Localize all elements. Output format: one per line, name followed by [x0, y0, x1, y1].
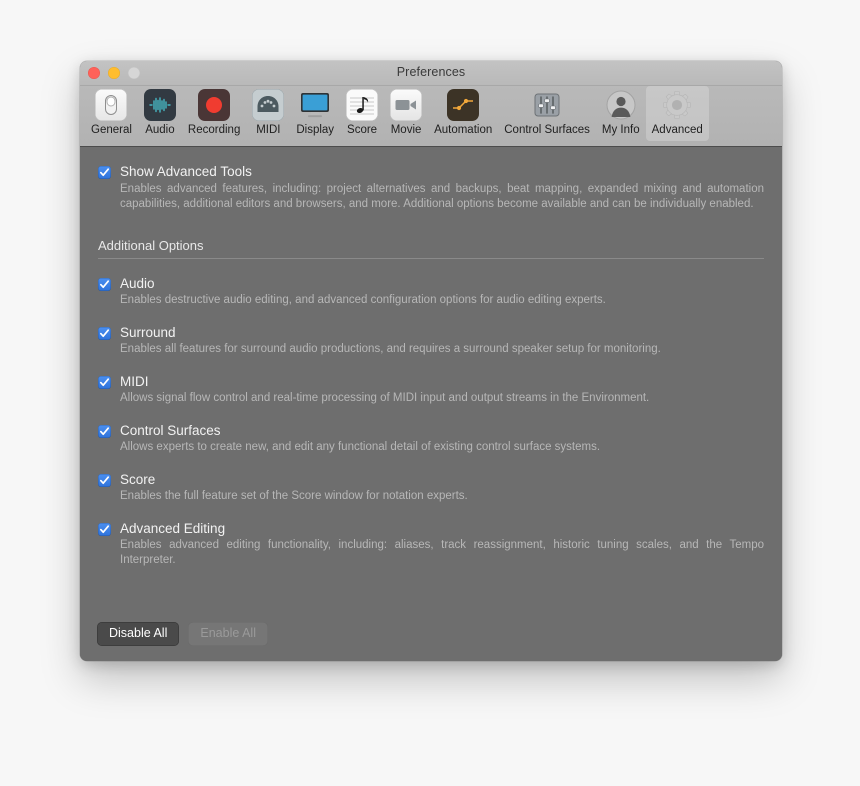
option-audio-checkbox[interactable] — [98, 278, 111, 291]
advanced-preferences-pane: Show Advanced Tools Enables advanced fea… — [80, 147, 782, 661]
tab-automation-label: Automation — [434, 124, 493, 136]
tab-display-label: Display — [296, 124, 335, 136]
option-advanced-editing: Advanced Editing Enables advanced editin… — [98, 521, 764, 568]
window-title: Preferences — [396, 65, 466, 79]
tab-midi-label: MIDI — [256, 124, 281, 136]
window-title-bar[interactable]: Preferences — [80, 61, 782, 86]
tab-score-label: Score — [347, 124, 378, 136]
option-score: Score Enables the full feature set of th… — [98, 472, 764, 504]
additional-options-header: Additional Options — [98, 238, 204, 253]
show-advanced-tools-description: Enables advanced features, including: pr… — [120, 183, 764, 210]
screenshot-root: Preferences General Audio Recording MIDI… — [0, 0, 860, 786]
option-surround-row[interactable]: Surround — [98, 325, 764, 341]
tab-audio[interactable]: Audio — [138, 86, 182, 141]
tab-recording[interactable]: Recording — [182, 86, 246, 141]
option-advanced-editing-row[interactable]: Advanced Editing — [98, 521, 764, 537]
option-advanced-editing-description: Enables advanced editing functionality, … — [120, 539, 764, 566]
option-control-surfaces: Control Surfaces Allows experts to creat… — [98, 423, 764, 455]
music-note-icon — [346, 89, 379, 121]
tab-advanced[interactable]: Advanced — [645, 86, 709, 141]
tab-movie[interactable]: Movie — [384, 86, 428, 141]
tab-general[interactable]: General — [85, 86, 138, 141]
tab-movie-label: Movie — [390, 124, 422, 136]
option-surround-checkbox[interactable] — [98, 327, 111, 340]
preferences-window: Preferences General Audio Recording MIDI… — [80, 61, 782, 661]
show-advanced-tools-label: Show Advanced Tools — [120, 164, 252, 179]
tab-control-surfaces[interactable]: Control Surfaces — [498, 86, 596, 141]
option-control-surfaces-checkbox[interactable] — [98, 425, 111, 438]
option-midi-label: MIDI — [120, 374, 149, 389]
toggle-switch-icon — [95, 89, 128, 121]
option-advanced-editing-label: Advanced Editing — [120, 521, 226, 536]
option-score-label: Score — [120, 472, 156, 487]
option-control-surfaces-label: Control Surfaces — [120, 423, 221, 438]
option-midi-row[interactable]: MIDI — [98, 374, 764, 390]
midi-connector-icon — [252, 89, 285, 121]
option-audio-description: Enables destructive audio editing, and a… — [120, 294, 606, 306]
option-midi-checkbox[interactable] — [98, 376, 111, 389]
tab-recording-label: Recording — [187, 124, 241, 136]
video-camera-icon — [390, 89, 423, 121]
monitor-icon — [299, 89, 331, 121]
option-control-surfaces-description: Allows experts to create new, and edit a… — [120, 441, 601, 453]
tab-display[interactable]: Display — [290, 86, 340, 141]
show-advanced-tools-group: Show Advanced Tools Enables advanced fea… — [98, 164, 764, 212]
tab-audio-label: Audio — [145, 124, 175, 136]
faders-icon — [531, 89, 563, 121]
option-midi-description: Allows signal flow control and real-time… — [120, 392, 650, 404]
gear-icon — [661, 89, 693, 121]
waveform-icon — [143, 89, 176, 121]
option-surround: Surround Enables all features for surrou… — [98, 325, 764, 357]
option-surround-description: Enables all features for surround audio … — [120, 343, 661, 355]
option-audio-label: Audio — [120, 276, 155, 291]
section-divider — [98, 258, 764, 259]
tab-my-info-label: My Info — [601, 124, 640, 136]
option-advanced-editing-checkbox[interactable] — [98, 523, 111, 536]
option-score-description: Enables the full feature set of the Scor… — [120, 490, 468, 502]
automation-curve-icon — [447, 89, 480, 121]
option-midi: MIDI Allows signal flow control and real… — [98, 374, 764, 406]
option-surround-label: Surround — [120, 325, 176, 340]
option-audio: Audio Enables destructive audio editing,… — [98, 276, 764, 308]
tab-control-surfaces-label: Control Surfaces — [504, 124, 590, 136]
preferences-toolbar: General Audio Recording MIDI Display Sco… — [80, 86, 782, 147]
option-audio-row[interactable]: Audio — [98, 276, 764, 292]
tab-general-label: General — [91, 124, 132, 136]
enable-all-button: Enable All — [188, 622, 268, 646]
disable-all-button[interactable]: Disable All — [97, 622, 180, 646]
tab-automation[interactable]: Automation — [428, 86, 498, 141]
show-advanced-tools-checkbox[interactable] — [98, 166, 111, 179]
user-avatar-icon — [605, 89, 637, 121]
tab-advanced-label: Advanced — [651, 124, 703, 136]
tab-my-info[interactable]: My Info — [596, 86, 646, 141]
option-control-surfaces-row[interactable]: Control Surfaces — [98, 423, 764, 439]
show-advanced-tools-row[interactable]: Show Advanced Tools — [98, 164, 764, 180]
tab-midi[interactable]: MIDI — [246, 86, 290, 141]
tab-score[interactable]: Score — [340, 86, 384, 141]
record-circle-icon — [198, 89, 231, 121]
option-score-checkbox[interactable] — [98, 474, 111, 487]
option-score-row[interactable]: Score — [98, 472, 764, 488]
action-button-row: Disable All Enable All — [97, 622, 268, 646]
